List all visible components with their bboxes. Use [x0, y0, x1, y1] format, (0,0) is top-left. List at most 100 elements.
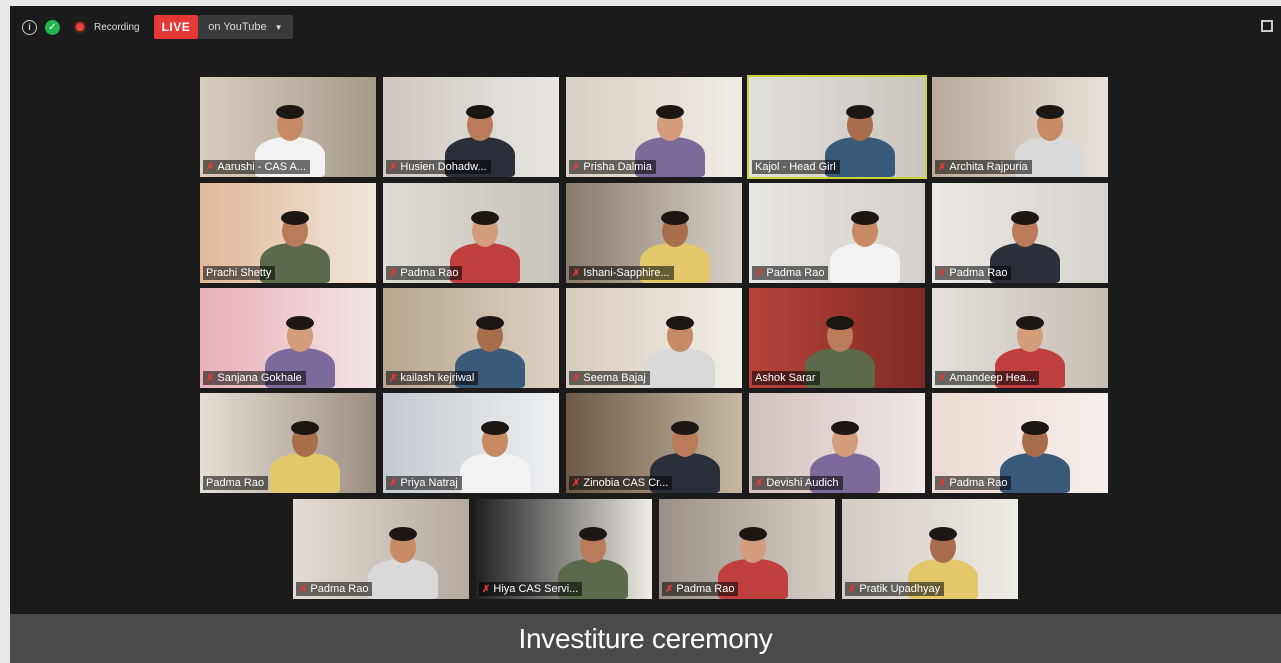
- participant-name-tag: ✗ Prisha Dalmia: [569, 160, 656, 174]
- mic-muted-icon: ✗: [665, 583, 674, 595]
- participant-name: Devishi Audich: [766, 477, 839, 489]
- participant-tile[interactable]: ✗ Padma Rao: [749, 183, 925, 283]
- participant-hair: [1011, 211, 1039, 225]
- mic-muted-icon: ✗: [938, 267, 947, 279]
- participant-tile[interactable]: ✗ Padma Rao: [932, 183, 1108, 283]
- mic-muted-icon: ✗: [389, 267, 398, 279]
- caption-text: Investiture ceremony: [518, 622, 773, 654]
- participant-hair: [656, 105, 684, 119]
- participant-hair: [739, 527, 767, 541]
- participant-name-tag: Ashok Sarar: [752, 371, 820, 385]
- participant-name-tag: ✗ Aarushi - CAS A...: [203, 160, 311, 174]
- participant-hair: [579, 527, 607, 541]
- participant-tile[interactable]: ✗ Prisha Dalmia: [566, 77, 742, 177]
- participant-hair: [1016, 316, 1044, 330]
- participant-tile[interactable]: Kajol - Head Girl: [747, 75, 927, 179]
- participant-name-tag: ✗ Seema Bajaj: [569, 371, 650, 385]
- participant-name-tag: ✗ Padma Rao: [752, 266, 829, 280]
- participant-name: Pratik Upadhyay: [859, 583, 941, 595]
- participant-name-tag: ✗ Devishi Audich: [752, 476, 843, 490]
- fullscreen-icon[interactable]: [1261, 20, 1273, 32]
- participant-name-tag: ✗ Hiya CAS Servi...: [479, 582, 583, 596]
- info-icon[interactable]: i: [22, 19, 37, 35]
- participant-figure: [460, 453, 530, 493]
- participant-name: Archita Rajpuria: [949, 161, 1028, 173]
- participant-hair: [281, 211, 309, 225]
- participant-tile[interactable]: ✗ Hiya CAS Servi...: [476, 499, 652, 599]
- participant-name: Padma Rao: [949, 267, 1008, 279]
- participant-hair: [481, 421, 509, 435]
- participant-figure: [270, 453, 340, 493]
- participant-name: Padma Rao: [949, 477, 1008, 489]
- participant-name: kailash kejriwal: [400, 372, 475, 384]
- participant-tile[interactable]: ✗ Devishi Audich: [749, 393, 925, 493]
- participant-tile[interactable]: ✗ Padma Rao: [659, 499, 835, 599]
- participant-tile[interactable]: ✗ Sanjana Gokhale: [200, 288, 376, 388]
- participant-name: Aarushi - CAS A...: [217, 161, 307, 173]
- mic-muted-icon: ✗: [206, 161, 215, 173]
- mic-muted-icon: ✗: [938, 161, 947, 173]
- participant-tile[interactable]: ✗ Priya Natraj: [383, 393, 559, 493]
- participant-name-tag: Kajol - Head Girl: [752, 160, 840, 174]
- mic-muted-icon: ✗: [389, 372, 398, 384]
- recording-label: Recording: [94, 21, 140, 33]
- participant-name-tag: ✗ Padma Rao: [296, 582, 373, 596]
- participant-tile[interactable]: ✗ Pratik Upadhyay: [842, 499, 1018, 599]
- shield-icon[interactable]: ✓: [45, 19, 60, 35]
- participant-hair: [1021, 421, 1049, 435]
- participant-tile[interactable]: ✗ Amandeep Hea...: [932, 288, 1108, 388]
- stream-label: on YouTube: [208, 21, 267, 33]
- participant-figure: [645, 348, 715, 388]
- participant-name-tag: ✗ kailash kejriwal: [386, 371, 479, 385]
- participant-tile[interactable]: ✗ Seema Bajaj: [566, 288, 742, 388]
- participant-name-tag: ✗ Pratik Upadhyay: [845, 582, 945, 596]
- participant-tile[interactable]: ✗ Archita Rajpuria: [932, 77, 1108, 177]
- participant-tile[interactable]: Ashok Sarar: [749, 288, 925, 388]
- participant-tile[interactable]: ✗ kailash kejriwal: [383, 288, 559, 388]
- participant-hair: [851, 211, 879, 225]
- participant-name: Sanjana Gokhale: [217, 372, 302, 384]
- participant-name-tag: ✗ Padma Rao: [935, 476, 1012, 490]
- participant-hair: [471, 211, 499, 225]
- stream-dropdown[interactable]: on YouTube ▼: [198, 15, 293, 39]
- participant-tile[interactable]: Prachi Shetty: [200, 183, 376, 283]
- participant-tile[interactable]: Padma Rao: [200, 393, 376, 493]
- participant-name-tag: ✗ Ishani-Sapphire...: [569, 266, 674, 280]
- participant-hair: [846, 105, 874, 119]
- participant-tile[interactable]: ✗ Zinobia CAS Cr...: [566, 393, 742, 493]
- participant-name-tag: ✗ Zinobia CAS Cr...: [569, 476, 673, 490]
- mic-muted-icon: ✗: [482, 583, 491, 595]
- participant-tile[interactable]: ✗ Aarushi - CAS A...: [200, 77, 376, 177]
- chevron-down-icon: ▼: [274, 22, 283, 32]
- participant-figure: [830, 243, 900, 283]
- participant-name: Hiya CAS Servi...: [493, 583, 579, 595]
- participant-figure: [368, 559, 438, 599]
- participant-name: Amandeep Hea...: [949, 372, 1036, 384]
- mic-muted-icon: ✗: [572, 372, 581, 384]
- mic-muted-icon: ✗: [938, 372, 947, 384]
- participant-hair: [666, 316, 694, 330]
- participant-tile[interactable]: ✗ Padma Rao: [293, 499, 469, 599]
- participant-tile[interactable]: ✗ Padma Rao: [932, 393, 1108, 493]
- participant-name: Husien Dohadw...: [400, 161, 487, 173]
- participant-tile[interactable]: ✗ Husien Dohadw...: [383, 77, 559, 177]
- participant-hair: [831, 421, 859, 435]
- participant-hair: [276, 105, 304, 119]
- participant-name: Prisha Dalmia: [583, 161, 652, 173]
- mic-muted-icon: ✗: [299, 583, 308, 595]
- participant-hair: [929, 527, 957, 541]
- mic-muted-icon: ✗: [389, 477, 398, 489]
- participant-hair: [286, 316, 314, 330]
- participant-name-tag: ✗ Priya Natraj: [386, 476, 462, 490]
- live-badge[interactable]: LIVE: [153, 15, 199, 39]
- record-icon: [74, 21, 86, 33]
- participant-tile[interactable]: ✗ Padma Rao: [383, 183, 559, 283]
- participant-hair: [476, 316, 504, 330]
- mic-muted-icon: ✗: [848, 583, 857, 595]
- participant-name-tag: ✗ Archita Rajpuria: [935, 160, 1032, 174]
- participant-tile[interactable]: ✗ Ishani-Sapphire...: [566, 183, 742, 283]
- participant-hair: [661, 211, 689, 225]
- participant-hair: [671, 421, 699, 435]
- mic-muted-icon: ✗: [755, 267, 764, 279]
- participant-name-tag: ✗ Sanjana Gokhale: [203, 371, 306, 385]
